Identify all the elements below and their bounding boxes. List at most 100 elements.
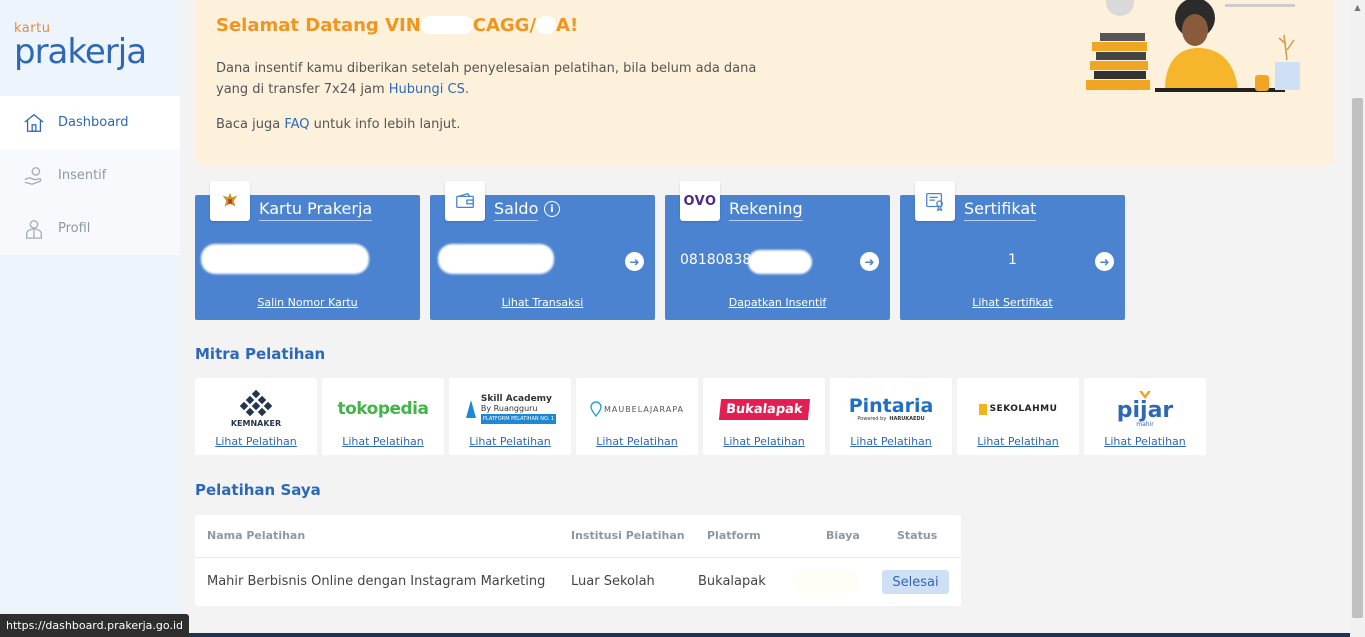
- lihat-pelatihan-link[interactable]: Lihat Pelatihan: [830, 435, 952, 448]
- welcome-title: Selamat Datang VIN CAGG/A!: [216, 15, 578, 36]
- column-header: Institusi Pelatihan: [571, 529, 685, 542]
- mitra-pelatihan-title: Mitra Pelatihan: [195, 345, 326, 363]
- partner-card-kemnaker: KEMNAKER Lihat Pelatihan: [195, 378, 317, 455]
- sekolahmu-mark: [978, 403, 987, 415]
- skill-academy-logo[interactable]: Skill Academy By Ruangguru PLATFORM PELA…: [449, 384, 571, 434]
- sidebar: kartu prakerja Dashboard Insentif Profil: [0, 0, 180, 637]
- sidebar-item-label: Profil: [58, 221, 91, 236]
- partner-name: MAUBELAJARAPA: [603, 404, 685, 414]
- arrow-right-icon[interactable]: ➜: [625, 252, 644, 271]
- garuda-icon: [210, 181, 250, 221]
- redacted-mask: [536, 16, 557, 34]
- partner-sub: Powered by: [857, 416, 887, 422]
- faq-text: untuk info lebih lanjut.: [309, 117, 461, 132]
- salin-nomor-kartu-link[interactable]: Salin Nomor Kartu: [195, 296, 420, 309]
- redacted-mask: [748, 250, 812, 274]
- user-icon: [22, 217, 46, 241]
- partner-card-sekolahmu: SEKOLAHMU Lihat Pelatihan: [957, 378, 1079, 455]
- lihat-pelatihan-link[interactable]: Lihat Pelatihan: [703, 435, 825, 448]
- lihat-transaksi-link[interactable]: Lihat Transaksi: [430, 296, 655, 309]
- rekening-number: 08180838: [680, 252, 752, 268]
- lihat-pelatihan-link[interactable]: Lihat Pelatihan: [449, 435, 571, 448]
- card-kartu-prakerja: Kartu Prakerja Salin Nomor Kartu: [195, 181, 420, 320]
- scroll-up-icon[interactable]: ▲: [1350, 0, 1365, 15]
- faq-text: Baca juga: [216, 117, 285, 132]
- hand-coin-icon: [22, 164, 46, 188]
- bukalapak-logo[interactable]: Bukalapak: [703, 384, 825, 434]
- welcome-title-part: A!: [556, 15, 579, 36]
- card-title: Sertifikat: [964, 199, 1037, 221]
- arrow-right-icon[interactable]: ➜: [860, 252, 879, 271]
- welcome-text: .: [464, 82, 469, 97]
- ovo-logo: OVO: [680, 181, 720, 221]
- column-header: Platform: [707, 529, 761, 542]
- redacted-mask: [795, 571, 859, 593]
- info-icon[interactable]: i: [544, 201, 560, 217]
- card-title-text: Saldo: [494, 199, 539, 218]
- card-title: Rekening: [729, 199, 803, 221]
- lihat-pelatihan-link[interactable]: Lihat Pelatihan: [1084, 435, 1206, 448]
- pelatihan-table: Nama Pelatihan Institusi Pelatihan Platf…: [195, 515, 961, 606]
- redacted-mask: [438, 244, 554, 274]
- scrollbar-thumb[interactable]: [1352, 98, 1363, 618]
- partner-sub: mahir: [1136, 421, 1154, 428]
- cell-institusi: Luar Sekolah: [571, 574, 655, 589]
- column-header: Nama Pelatihan: [207, 529, 306, 542]
- row-divider: [195, 557, 961, 558]
- welcome-illustration: [1070, 0, 1300, 100]
- welcome-banner: Selamat Datang VIN CAGG/A! Dana insentif …: [195, 0, 1334, 165]
- sidebar-item-insentif[interactable]: Insentif: [0, 149, 180, 202]
- partner-card-pijar: pijar mahir Lihat Pelatihan: [1084, 378, 1206, 455]
- ovo-logo-text: OVO: [683, 193, 717, 209]
- welcome-title-part: CA: [472, 15, 500, 36]
- pelatihan-saya-title: Pelatihan Saya: [195, 481, 321, 499]
- maubelajarapa-logo[interactable]: MAUBELAJARAPA: [576, 384, 698, 434]
- lihat-pelatihan-link[interactable]: Lihat Pelatihan: [195, 435, 317, 448]
- lihat-pelatihan-link[interactable]: Lihat Pelatihan: [576, 435, 698, 448]
- partner-sub: PLATFORM PELATIHAN NO. 1: [480, 414, 557, 424]
- hubungi-cs-link[interactable]: Hubungi CS: [389, 82, 465, 97]
- kemnaker-logo[interactable]: KEMNAKER: [195, 384, 317, 434]
- lihat-sertifikat-link[interactable]: Lihat Sertifikat: [900, 296, 1125, 309]
- partner-card-tokopedia: tokopedia Lihat Pelatihan: [322, 378, 444, 455]
- lihat-pelatihan-link[interactable]: Lihat Pelatihan: [322, 435, 444, 448]
- partner-card-pintaria: Pintaria Powered by HARUKAEDU Lihat Pela…: [830, 378, 952, 455]
- welcome-title-part: Selamat Datang VIN: [216, 15, 421, 36]
- welcome-paragraph: Dana insentif kamu diberikan setelah pen…: [216, 58, 776, 100]
- sekolahmu-logo[interactable]: SEKOLAHMU: [957, 384, 1079, 434]
- pijar-logo[interactable]: pijar mahir: [1084, 384, 1206, 434]
- certificate-icon: [915, 181, 955, 221]
- partner-card-bukalapak: Bukalapak Lihat Pelatihan: [703, 378, 825, 455]
- partner-sub: HARUKAEDU: [889, 416, 925, 422]
- card-rekening: OVO Rekening 08180838 ➜ Dapatkan Insenti…: [665, 181, 890, 320]
- prakerja-logo[interactable]: kartu prakerja: [0, 0, 180, 96]
- wallet-icon: [445, 181, 485, 221]
- card-title: Kartu Prakerja: [259, 199, 373, 221]
- partner-sub: By Ruangguru: [480, 404, 538, 413]
- card-title: Saldo: [494, 199, 539, 221]
- welcome-text: Dana insentif kamu diberikan setelah pen…: [216, 61, 757, 97]
- column-header: Status: [897, 529, 938, 542]
- lihat-pelatihan-link[interactable]: Lihat Pelatihan: [957, 435, 1079, 448]
- sidebar-item-label: Dashboard: [58, 115, 129, 130]
- status-badge: Selesai: [882, 570, 949, 594]
- partner-card-maubelajarapa: MAUBELAJARAPA Lihat Pelatihan: [576, 378, 698, 455]
- status-bar-url: https://dashboard.prakerja.go.id: [0, 614, 189, 637]
- redacted-mask: [201, 244, 369, 274]
- partner-name: Skill Academy: [480, 394, 552, 404]
- arrow-right-icon[interactable]: ➜: [1095, 252, 1114, 271]
- dapatkan-insentif-link[interactable]: Dapatkan Insentif: [665, 296, 890, 309]
- sidebar-item-profil[interactable]: Profil: [0, 202, 180, 255]
- cell-platform: Bukalapak: [698, 574, 766, 589]
- home-icon: [22, 111, 46, 135]
- sidebar-nav: Dashboard Insentif Profil: [0, 96, 180, 255]
- welcome-title-part: GG/: [499, 15, 537, 36]
- card-sertifikat: Sertifikat 1 ➜ Lihat Sertifikat: [900, 181, 1125, 320]
- faq-link[interactable]: FAQ: [284, 117, 309, 132]
- pintaria-logo[interactable]: Pintaria Powered by HARUKAEDU: [830, 384, 952, 434]
- tokopedia-logo[interactable]: tokopedia: [322, 384, 444, 434]
- sidebar-item-dashboard[interactable]: Dashboard: [0, 96, 180, 149]
- main-content: Selamat Datang VIN CAGG/A! Dana insentif …: [180, 0, 1350, 637]
- partner-name: Bukalapak: [718, 398, 810, 420]
- partner-name: KEMNAKER: [230, 419, 282, 428]
